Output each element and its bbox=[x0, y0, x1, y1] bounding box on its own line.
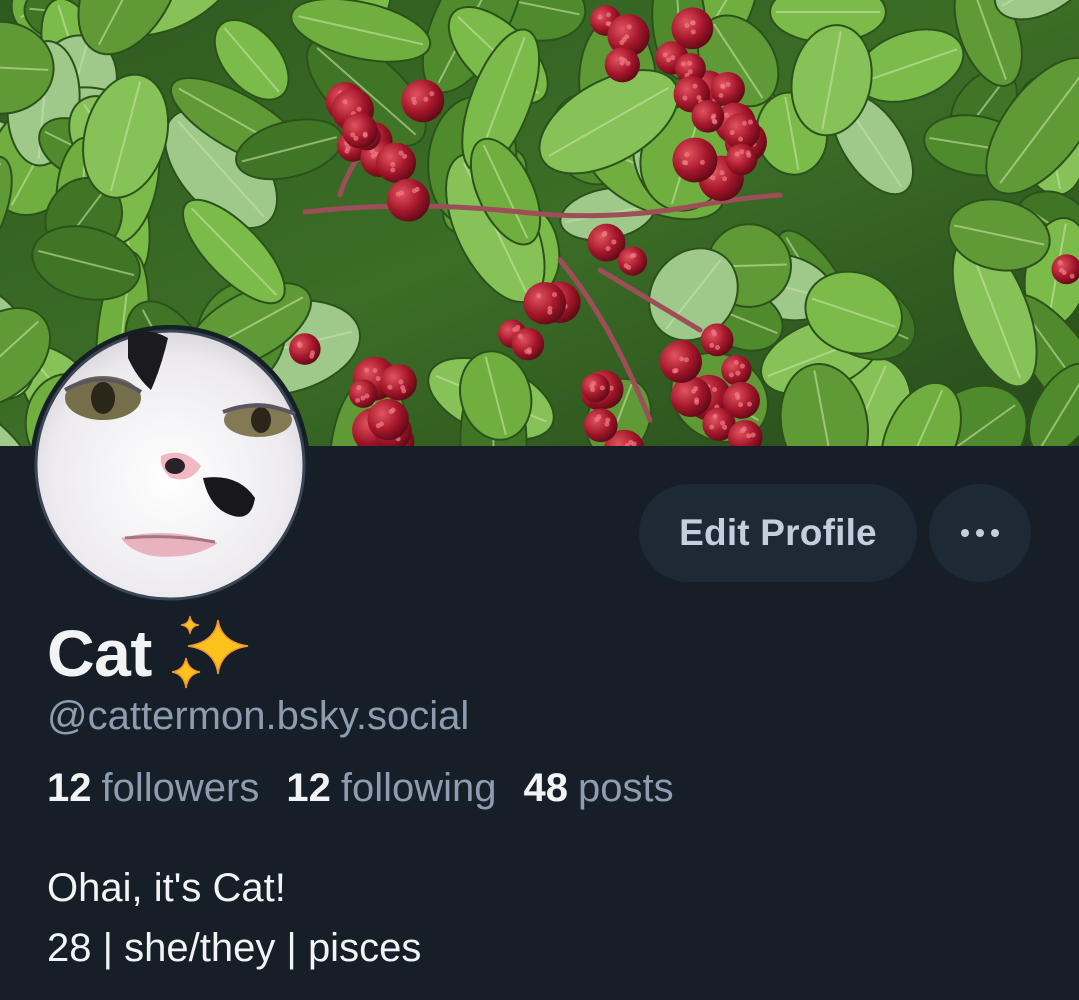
avatar-image bbox=[34, 329, 306, 601]
posts-stat: 48 posts bbox=[524, 766, 674, 811]
posts-count: 48 bbox=[523, 766, 569, 810]
bio-line-1: Ohai, it's Cat! bbox=[47, 866, 286, 910]
display-name: Cat bbox=[47, 616, 152, 690]
bio-line-2: 28 | she/they | pisces bbox=[47, 926, 422, 970]
display-name-row: Cat bbox=[47, 612, 254, 694]
edit-profile-button[interactable]: Edit Profile bbox=[639, 484, 917, 582]
avatar[interactable] bbox=[33, 328, 307, 602]
following-stat[interactable]: 12 following bbox=[286, 766, 496, 811]
following-label: following bbox=[340, 766, 497, 810]
profile-page: Edit Profile Cat @cattermon.bsky.social … bbox=[0, 0, 1079, 1000]
handle: @cattermon.bsky.social bbox=[47, 694, 470, 738]
ellipsis-icon bbox=[958, 529, 1003, 537]
followers-label: followers bbox=[101, 766, 260, 810]
more-options-button[interactable] bbox=[929, 484, 1031, 582]
followers-count: 12 bbox=[47, 766, 92, 810]
profile-stats: 12 followers 12 following 48 posts bbox=[47, 766, 701, 811]
bio: Ohai, it's Cat! 28 | she/they | pisces bbox=[47, 858, 421, 978]
following-count: 12 bbox=[286, 766, 331, 810]
followers-stat[interactable]: 12 followers bbox=[47, 766, 259, 811]
edit-profile-label: Edit Profile bbox=[679, 512, 877, 553]
sparkles-emoji-icon bbox=[171, 615, 248, 689]
posts-label: posts bbox=[578, 766, 674, 810]
